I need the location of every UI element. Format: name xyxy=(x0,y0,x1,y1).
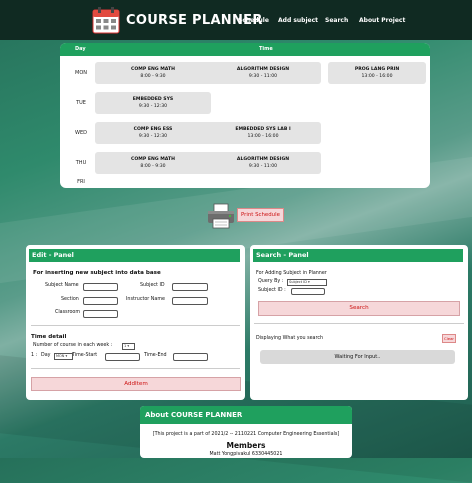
day-select-value: MON xyxy=(56,354,65,358)
classroom-label: Classroom xyxy=(55,310,81,315)
nav-schedule-link[interactable]: Schedule xyxy=(238,17,269,24)
day-column-header: Day xyxy=(75,46,86,52)
classroom-input[interactable] xyxy=(83,310,118,318)
top-navbar: COURSE PLANNER Schedule Add subject Sear… xyxy=(0,0,472,40)
schedule-header: Day Time xyxy=(60,43,430,56)
members-heading: Members xyxy=(226,441,266,450)
edit-panel: Edit - Panel For inserting new subject i… xyxy=(26,245,245,400)
query-by-value: Subject ID xyxy=(289,280,307,284)
about-title: About COURSE PLANNER xyxy=(140,406,352,424)
edit-panel-title: Edit - Panel xyxy=(29,249,240,262)
course-time: 9:30 - 11:00 xyxy=(248,164,278,169)
insert-section-heading: For inserting new subject into data base xyxy=(33,270,161,276)
day-label-mon: MON xyxy=(75,70,87,76)
search-button[interactable]: Search xyxy=(258,301,460,316)
add-item-button[interactable]: AddItem xyxy=(31,377,241,391)
course-name: EMBEDDED SYS xyxy=(132,97,174,102)
course-block[interactable]: COMP ENG MATH 8:00 - 9:30 xyxy=(95,62,211,84)
course-time: 13:00 - 16:00 xyxy=(247,134,279,139)
course-time: 8:00 - 9:30 xyxy=(140,164,166,169)
section-label: Section xyxy=(61,297,79,302)
course-block[interactable]: PROG LANG PRIN 13:00 - 16:00 xyxy=(328,62,426,84)
print-schedule-button[interactable]: Print Schedule xyxy=(237,208,284,222)
subject-name-label: Subject Name xyxy=(45,283,79,288)
calendar-logo-icon xyxy=(92,7,120,34)
course-time: 9:30 - 12:30 xyxy=(138,104,168,109)
course-name: ALGORITHM DESIGN xyxy=(236,67,290,72)
course-block[interactable]: EMBEDDED SYS LAB I 13:00 - 16:00 xyxy=(205,122,321,144)
nav-search-link[interactable]: Search xyxy=(325,17,348,24)
time-end-label: Time-End xyxy=(144,353,167,358)
course-block[interactable]: COMP ENG MATH 8:00 - 9:30 xyxy=(95,152,211,174)
course-block[interactable]: COMP ENG ESS 9:30 - 12:30 xyxy=(95,122,211,144)
section-input[interactable] xyxy=(83,297,118,305)
row-index-label: 1 : xyxy=(31,353,38,358)
member-name: Matt Yongpivakul 6330445021 xyxy=(209,452,283,457)
instructor-name-input[interactable] xyxy=(172,297,208,305)
course-time: 13:00 - 16:00 xyxy=(361,74,393,79)
day-select[interactable]: MON ▾ xyxy=(54,353,73,360)
course-name: COMP ENG MATH xyxy=(131,157,175,162)
day-label-wed: WED xyxy=(75,130,87,136)
day-label-tue: TUE xyxy=(76,100,86,106)
subject-id-label: Subject ID xyxy=(140,283,165,288)
course-block[interactable]: ALGORITHM DESIGN 9:30 - 11:00 xyxy=(205,152,321,174)
subject-name-input[interactable] xyxy=(83,283,118,291)
time-start-input[interactable] xyxy=(105,353,140,361)
course-block[interactable]: EMBEDDED SYS 9:30 - 12:30 xyxy=(95,92,211,114)
search-description: For Adding Subject in Planner xyxy=(256,271,327,276)
course-name: ALGORITHM DESIGN xyxy=(236,157,290,162)
about-section: About COURSE PLANNER [This project is a … xyxy=(140,406,352,458)
time-column-header: Time xyxy=(259,46,273,52)
time-start-label: Time-Start xyxy=(72,353,98,358)
search-subject-id-input[interactable] xyxy=(291,288,325,295)
course-count-value: 1 xyxy=(124,344,127,348)
nav-about-link[interactable]: About Project xyxy=(359,17,405,24)
query-by-select[interactable]: Subject ID ▾ xyxy=(287,279,327,286)
course-count-select[interactable]: 1 ▾ xyxy=(122,343,135,350)
time-detail-heading: Time detail xyxy=(31,334,67,340)
subject-id-input[interactable] xyxy=(172,283,208,291)
printer-icon[interactable] xyxy=(206,203,236,229)
day-label: Day xyxy=(41,353,51,358)
divider xyxy=(31,325,240,326)
divider xyxy=(254,323,464,324)
day-label-fri: FRI xyxy=(77,179,85,185)
instructor-name-label: Instructor Name xyxy=(126,297,165,302)
course-name: PROG LANG PRIN xyxy=(354,67,400,72)
time-end-input[interactable] xyxy=(173,353,208,361)
course-block[interactable]: ALGORITHM DESIGN 9:30 - 11:00 xyxy=(205,62,321,84)
course-time: 8:00 - 9:30 xyxy=(140,74,166,79)
search-status: Waiting For Input.. xyxy=(260,350,455,364)
about-description: [This project is a part of 2021/2 -- 211… xyxy=(152,432,340,437)
course-name: COMP ENG MATH xyxy=(131,67,175,72)
search-subject-id-label: Subject ID : xyxy=(258,288,286,293)
course-name: COMP ENG ESS xyxy=(133,127,173,132)
divider xyxy=(31,368,240,369)
course-time: 9:30 - 12:30 xyxy=(138,134,168,139)
schedule-table: Day Time MON TUE WED THU FRI COMP ENG MA… xyxy=(60,43,430,188)
day-label-thu: THU xyxy=(75,160,87,166)
course-time: 9:30 - 11:00 xyxy=(248,74,278,79)
nav-add-subject-link[interactable]: Add subject xyxy=(278,17,318,24)
clear-button[interactable]: Clear xyxy=(442,334,456,343)
search-panel: Search - Panel For Adding Subject in Pla… xyxy=(250,245,468,400)
query-by-label: Query By : xyxy=(258,279,284,284)
course-name: EMBEDDED SYS LAB I xyxy=(235,127,291,132)
course-count-label: Number of course in each week : xyxy=(33,343,113,348)
search-panel-title: Search - Panel xyxy=(253,249,463,262)
displaying-label: Displaying What you search xyxy=(256,336,324,341)
